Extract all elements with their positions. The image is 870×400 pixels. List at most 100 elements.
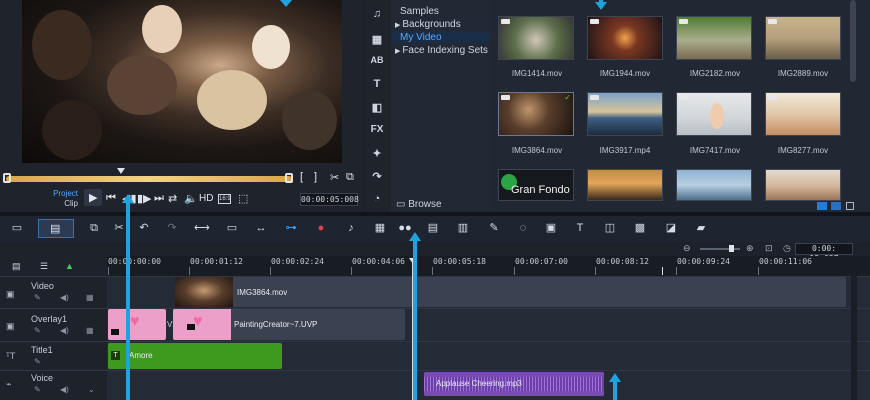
track-grid-icon[interactable]: ▦ [86,293,94,302]
track-edit-icon[interactable]: ✎ [34,357,41,366]
fit-project-icon[interactable]: ⊡ [765,243,773,254]
color-grading-icon[interactable]: ◪ [664,221,678,235]
zoom-in-icon[interactable]: ⊕ [746,243,754,254]
screen-record-icon[interactable]: ▩ [633,221,647,235]
filter-fx-icon[interactable]: FX [370,124,384,135]
title-icon[interactable]: T [370,78,384,90]
track-manager-toggle-icon[interactable]: ▤ [12,261,21,272]
multicam-icon[interactable]: ▣ [544,221,558,235]
3d-title-icon[interactable]: ◫ [603,221,617,235]
video-clip[interactable]: IMG3864.mov [175,277,846,307]
slide-icon[interactable]: ↔ [254,221,268,235]
track-manager-icon[interactable]: ▭ [225,221,239,235]
preview-video-frame[interactable] [22,0,342,163]
ripple-edit-icon[interactable]: ▲ [65,261,74,271]
mask-icon[interactable]: ✎ [487,221,501,235]
copy-icon[interactable]: ⧉ [87,221,101,235]
undo-icon[interactable]: ↶ [137,221,151,235]
hd-preview-label[interactable]: HD [199,193,213,204]
thumbnail[interactable] [587,92,663,136]
volume-icon[interactable]: 🔈 [184,192,198,205]
end-icon[interactable]: ⏭ [154,192,164,205]
library-scrollbar[interactable] [850,0,856,82]
auto-music-icon[interactable]: ▦ [373,221,387,235]
view-grid-icon[interactable] [817,202,827,210]
track-mute-icon[interactable]: ◀) [60,385,69,394]
track-mute-icon[interactable]: ◀) [60,326,69,335]
folder-face-indexing[interactable]: ▶ Face Indexing Sets [395,45,488,56]
split-screen-icon[interactable]: ▥ [456,221,470,235]
motion-track-icon[interactable]: ◌ [516,221,530,235]
video-masking-icon[interactable]: ▰ [694,221,708,235]
tools-icon[interactable]: ✂ [112,221,126,235]
track-edit-icon[interactable]: ✎ [34,385,41,394]
redo-icon[interactable]: ↷ [165,221,179,235]
resize-icon[interactable]: ⬚ [238,192,248,205]
split-clip-icon[interactable]: ✂ [330,171,339,184]
thumbnail[interactable] [765,16,841,60]
mark-in-icon[interactable]: [ [300,171,303,183]
chapter-icon[interactable]: ☰ [40,261,48,272]
track-edit-icon[interactable]: ✎ [34,293,41,302]
thumbnail[interactable] [676,169,752,201]
thumbnail[interactable]: Gran Fondo [498,169,574,201]
thumbnail[interactable] [765,92,841,136]
browse-button[interactable]: ▭ Browse [396,199,442,210]
record-icon[interactable]: ● [314,221,328,235]
voice-clip[interactable]: Applause Cheering.mp3 [424,372,604,396]
thumbnail[interactable] [676,16,752,60]
timeline-timecode[interactable]: 0:00: 12:027 [795,243,853,263]
mode-project-label[interactable]: Project [38,189,78,198]
thumbnail[interactable] [765,169,841,201]
scrub-head[interactable] [117,168,125,174]
instant-project-icon[interactable]: ▦ [370,33,384,46]
subtitle-icon[interactable]: ▤ [426,221,440,235]
zoom-slider-knob[interactable] [729,245,734,252]
repeat-icon[interactable]: ⇄ [168,192,177,205]
audio-mixer-icon[interactable]: ♪ [344,221,358,235]
title-edit-icon[interactable]: T [573,221,587,235]
fit-timeline-icon[interactable]: ⟷ [194,221,210,235]
path-icon[interactable]: ↷ [370,170,384,183]
preview-timecode[interactable]: 00:00:05:008 [300,193,359,206]
home-icon[interactable]: ⏮ [106,192,116,205]
zoom-out-icon[interactable]: ⊖ [683,243,691,254]
folder-my-video[interactable]: My Video [400,32,442,43]
play-button[interactable]: ▶ [84,189,102,206]
thumbnail[interactable] [676,92,752,136]
aspect-ratio-label[interactable]: 16:9 [218,194,231,204]
mark-out-handle[interactable] [285,173,293,183]
title-clip[interactable]: T Amore [108,343,282,369]
media-icon[interactable]: ♫ [370,8,384,20]
expand-track-icon[interactable]: ⌄ [88,385,95,394]
zoom-slider[interactable] [700,248,740,250]
thumbnail[interactable]: ✓ [498,92,574,136]
transition-icon[interactable]: AB [370,55,384,65]
overlay-icon[interactable]: ✦ [370,147,384,160]
mark-in-handle[interactable] [3,173,11,183]
mark-out-icon[interactable]: ] [314,171,317,183]
thumbnail[interactable] [498,16,574,60]
ruler-label: 00:00:05:18 [433,257,486,266]
storyboard-view-icon[interactable]: ▭ [10,221,24,235]
timeline-scrollbar[interactable] [851,276,857,400]
next-frame-icon[interactable]: ▮▶ [137,192,152,205]
track-grid-icon[interactable]: ▦ [86,326,94,335]
folder-backgrounds[interactable]: ▶ Backgrounds [395,19,461,30]
overlay-clip-small[interactable]: ♥ [108,309,166,340]
view-list-icon[interactable] [831,202,841,210]
overlay-clip[interactable]: ♥ PaintingCreator~7.UVP [173,309,405,340]
folder-samples[interactable]: Samples [400,6,439,17]
mode-clip-label[interactable]: Clip [38,199,78,208]
thumbnail[interactable] [587,16,663,60]
speed-icon[interactable]: ◔ [370,193,384,205]
graphics-icon[interactable]: ◧ [370,101,384,114]
snapshot-icon[interactable]: ⧉ [346,171,354,184]
scrub-bar[interactable] [6,176,292,182]
track-edit-icon[interactable]: ✎ [34,326,41,335]
options-icon[interactable] [846,202,854,210]
trim-icon[interactable]: ⊶ [284,221,298,235]
timeline-view-button[interactable]: ▤ [38,219,74,238]
thumbnail[interactable] [587,169,663,201]
track-mute-icon[interactable]: ◀) [60,293,69,302]
